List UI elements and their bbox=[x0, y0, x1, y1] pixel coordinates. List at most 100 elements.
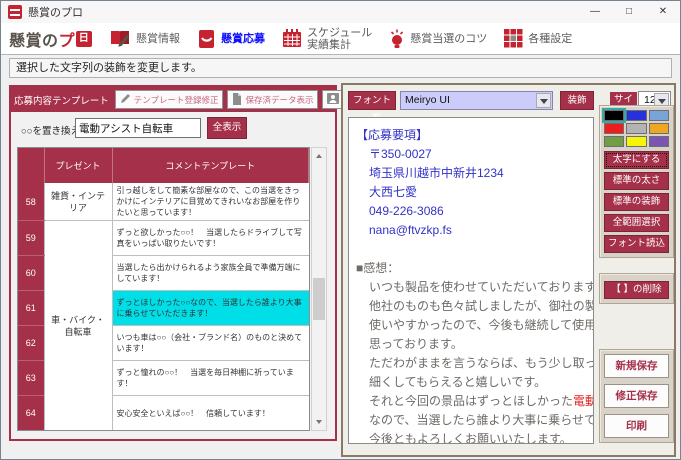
editor-line: 細くしてもらえると嬉しいです。 bbox=[356, 373, 593, 392]
comment-column-header: コメントテンプレート bbox=[112, 148, 309, 183]
comment-template-cell[interactable]: ずっと憧れの○○！ 当選を毎日神棚に祈っています！ bbox=[112, 361, 309, 396]
toolbar-item-1[interactable]: 懸賞応募 bbox=[197, 29, 265, 49]
new-save-button[interactable]: 新規保存 bbox=[604, 354, 669, 378]
scroll-up-icon[interactable] bbox=[312, 149, 326, 163]
maximize-icon[interactable]: □ bbox=[612, 1, 646, 23]
editor-line: それと今回の景品はずっとほしかった電動アシスト自転車 bbox=[356, 392, 593, 411]
color-swatch-orange[interactable] bbox=[649, 123, 669, 134]
toolbar-item-label: スケジュール実績集計 bbox=[307, 27, 372, 51]
present-category-cell: 出版物 bbox=[44, 431, 112, 432]
present-category-cell: 車・バイク・自転車 bbox=[44, 221, 112, 431]
editor-text-segment: それと今回の景品はずっとほしかった bbox=[369, 394, 573, 408]
editor-text-segment: ただわがままを言うならば、もう少し取っ手部分の太さを bbox=[369, 356, 593, 370]
table-scrollbar[interactable] bbox=[311, 147, 327, 431]
table-row: 65出版物本が大好きでいつも読み聞かせてもらっています！ bbox=[18, 431, 309, 432]
save-box: 新規保存修正保存印刷 bbox=[599, 349, 674, 443]
toolbar-item-4[interactable]: 各種設定 bbox=[504, 29, 572, 48]
editor-line: 〒350-0027 bbox=[356, 145, 593, 164]
row-number: 64 bbox=[18, 396, 44, 431]
toolbar-item-label: 懸賞当選のコツ bbox=[410, 33, 487, 45]
toolbar-item-label: 懸賞応募 bbox=[221, 33, 265, 45]
editor-text-segment: 大西七愛 bbox=[369, 185, 417, 199]
table-header-row: プレゼント コメントテンプレート bbox=[18, 148, 309, 183]
editor-line: なので、当選したら誰より大事に乗らせていただきます！ bbox=[356, 411, 593, 430]
toolbar-item-label: 各種設定 bbox=[528, 33, 572, 45]
print-button[interactable]: 印刷 bbox=[604, 414, 669, 438]
editor-line bbox=[356, 240, 593, 259]
format-button-0[interactable]: 太字にする bbox=[604, 151, 669, 169]
toolbar-item-0[interactable]: 懸賞情報 bbox=[109, 29, 180, 48]
editor-text-segment: 〒350-0027 bbox=[369, 147, 432, 161]
toolbar-item-3[interactable]: 懸賞当選のコツ bbox=[389, 29, 487, 49]
editor-line: 049-226-3086 bbox=[356, 202, 593, 221]
font-select[interactable]: Meiryo UI bbox=[400, 91, 553, 110]
comment-template-cell[interactable]: 当選したら出かけられるよう家族全員で準備万端にしています！ bbox=[112, 256, 309, 291]
header-button-0[interactable]: テンプレート登録修正 bbox=[115, 90, 224, 109]
logo-accent-text: プ bbox=[59, 27, 76, 51]
scroll-down-icon[interactable] bbox=[312, 415, 326, 429]
replace-input[interactable] bbox=[75, 118, 201, 138]
decorate-button[interactable]: 装飾 bbox=[560, 91, 594, 110]
editor-line: 他社のものも色々試しましたが、御社の製品が最も bbox=[356, 297, 593, 316]
comment-template-cell[interactable]: 安心安全といえば○○！ 信頼しています！ bbox=[112, 396, 309, 431]
template-panel-header: 応募内容テンプレート テンプレート登録修正保存済データ表示応募者リスト bbox=[11, 87, 335, 112]
editor-line: いつも製品を使わせていただいております。 bbox=[356, 278, 593, 297]
header-button-1[interactable]: 保存済データ表示 bbox=[227, 90, 318, 109]
color-swatch-purple[interactable] bbox=[649, 136, 669, 147]
bracket-delete-button[interactable]: 【 】の削除 bbox=[604, 281, 669, 299]
color-swatch-blue[interactable] bbox=[626, 110, 646, 121]
main-toolbar: 懸賞の プ 日 懸賞情報 懸賞応募 スケジュール実績集計 懸賞当選のコツ 各種設定 bbox=[1, 23, 680, 55]
scrollbar-thumb[interactable] bbox=[313, 278, 325, 320]
editor-text-segment: nana@ftvzkp.fs bbox=[369, 223, 452, 237]
book-pencil-icon bbox=[109, 29, 131, 48]
close-icon[interactable]: ✕ bbox=[646, 1, 680, 23]
status-message-box: 選択した文字列の装飾を変更します。 bbox=[9, 58, 672, 78]
comment-template-cell[interactable]: ずっと欲しかった○○！ 当選したらドライブして写真をいっぱい取りたいです！ bbox=[112, 221, 309, 256]
present-category-cell: 雑貨・インテリア bbox=[44, 183, 112, 221]
application-form-panel: フォント一覧 Meiryo UI 装飾 サイズ 12 【応募要項】〒350-00… bbox=[341, 83, 676, 457]
replace-label: ○○を置き換え bbox=[21, 123, 80, 137]
editor-text-segment: 049-226-3086 bbox=[369, 204, 444, 218]
color-swatch-green[interactable] bbox=[604, 136, 624, 147]
lightbulb-icon bbox=[389, 29, 405, 49]
app-logo: 懸賞の プ 日 bbox=[9, 27, 92, 51]
show-all-button[interactable]: 全表示 bbox=[207, 117, 247, 139]
color-swatch-yellow[interactable] bbox=[626, 136, 646, 147]
bracket-box: 【 】の削除 bbox=[599, 273, 674, 304]
comment-template-cell[interactable]: 本が大好きでいつも読み聞かせてもらっています！ bbox=[112, 431, 309, 432]
update-save-button[interactable]: 修正保存 bbox=[604, 384, 669, 408]
editor-line: ■感想： bbox=[356, 259, 593, 278]
editor-line: nana@ftvzkp.fs bbox=[356, 221, 593, 240]
editor-text-segment: いつも製品を使わせていただいております。 bbox=[369, 280, 593, 294]
number-column-header bbox=[18, 148, 44, 183]
color-swatch-light-blue[interactable] bbox=[649, 110, 669, 121]
toolbar-item-2[interactable]: スケジュール実績集計 bbox=[282, 27, 372, 51]
color-swatch-black[interactable] bbox=[604, 110, 624, 121]
envelope-icon bbox=[197, 29, 216, 49]
font-select-value: Meiryo UI bbox=[405, 94, 450, 106]
comment-editor[interactable]: 【応募要項】〒350-0027埼玉県川越市中新井1234大西七愛049-226-… bbox=[348, 117, 594, 444]
editor-text-segment: 埼玉県川越市中新井1234 bbox=[369, 166, 504, 180]
row-number: 63 bbox=[18, 361, 44, 396]
comment-template-cell[interactable]: いつも車は○○（会社・ブランド名）のものと決めています！ bbox=[112, 326, 309, 361]
minimize-icon[interactable]: — bbox=[578, 1, 612, 23]
table-row: 58雑貨・インテリア引っ越しをして簡素な部屋なので、この当選をきっかけにインテリ… bbox=[18, 183, 309, 221]
format-button-3[interactable]: 全範囲選択 bbox=[604, 214, 669, 232]
editor-line: 今後ともよろしくお願いいたします。 bbox=[356, 430, 593, 444]
comment-template-cell[interactable]: ずっとほしかった○○なので、当選したら誰より大事に乗らせていただきます！ bbox=[112, 291, 309, 326]
editor-line: ただわがままを言うならば、もう少し取っ手部分の太さを bbox=[356, 354, 593, 373]
comment-template-cell[interactable]: 引っ越しをして簡素な部屋なので、この当選をきっかけにインテリアに目覚めてきれいな… bbox=[112, 183, 309, 221]
color-swatch-red[interactable] bbox=[604, 123, 624, 134]
format-button-2[interactable]: 標準の装飾 bbox=[604, 193, 669, 211]
color-swatch-gray[interactable] bbox=[626, 123, 646, 134]
editor-text-segment: 細くしてもらえると嬉しいです。 bbox=[369, 375, 546, 389]
table-row: 59車・バイク・自転車ずっと欲しかった○○！ 当選したらドライブして写真をいっぱ… bbox=[18, 221, 309, 256]
editor-line: 思っております。 bbox=[356, 335, 593, 354]
editor-text-segment: 使いやすかったので、今後も継続して使用したいと bbox=[369, 318, 593, 332]
format-button-1[interactable]: 標準の太さ bbox=[604, 172, 669, 190]
format-button-4[interactable]: フォント読込 bbox=[604, 235, 669, 253]
window-title: 懸賞のプロ bbox=[28, 4, 578, 20]
chevron-down-icon[interactable] bbox=[536, 93, 551, 108]
calendar-icon bbox=[282, 29, 302, 48]
row-number: 59 bbox=[18, 221, 44, 256]
